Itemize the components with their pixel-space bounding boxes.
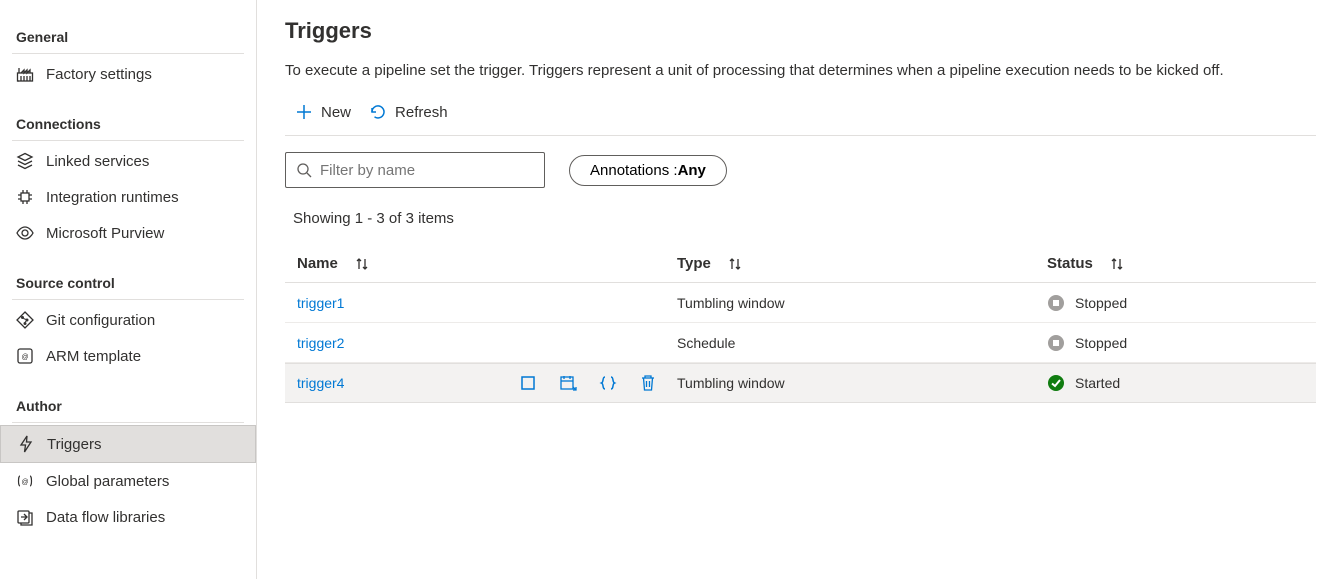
- filter-by-name-box[interactable]: [285, 152, 545, 188]
- stopped-icon: [1047, 294, 1065, 312]
- integration-runtimes-icon: [16, 188, 34, 206]
- sidebar-item-microsoft-purview[interactable]: Microsoft Purview: [12, 215, 244, 251]
- data-flow-libraries-icon: [16, 508, 34, 526]
- trigger-type: Tumbling window: [677, 375, 1047, 391]
- sort-icon: [1109, 256, 1125, 272]
- search-icon: [296, 162, 312, 178]
- global-parameters-icon: @: [16, 472, 34, 490]
- refresh-button[interactable]: Refresh: [369, 103, 448, 121]
- calendar-action-icon[interactable]: [559, 374, 577, 392]
- sort-icon: [727, 256, 743, 272]
- sidebar-section-header: Source control: [12, 269, 244, 300]
- plus-icon: [295, 103, 313, 121]
- trigger-icon: [17, 435, 35, 453]
- purview-icon: [16, 224, 34, 242]
- sidebar-item-label: Git configuration: [46, 312, 155, 329]
- delete-action-icon[interactable]: [639, 374, 657, 392]
- git-icon: [16, 311, 34, 329]
- sidebar-item-integration-runtimes[interactable]: Integration runtimes: [12, 179, 244, 215]
- table-row[interactable]: trigger1 Tumbling window Stopped: [285, 283, 1316, 323]
- sidebar-item-label: Triggers: [47, 436, 101, 453]
- annotations-filter[interactable]: Annotations : Any: [569, 155, 727, 186]
- sidebar-item-label: Microsoft Purview: [46, 225, 164, 242]
- annotations-filter-label: Annotations :: [590, 162, 678, 179]
- sidebar: General Factory settings Connections Lin…: [0, 0, 257, 579]
- new-button-label: New: [321, 104, 351, 121]
- sidebar-item-linked-services[interactable]: Linked services: [12, 143, 244, 179]
- trigger-name-link[interactable]: trigger1: [297, 295, 344, 311]
- sidebar-item-label: Factory settings: [46, 66, 152, 83]
- svg-text:@: @: [21, 354, 28, 361]
- page-title: Triggers: [285, 18, 1316, 44]
- new-button[interactable]: New: [295, 103, 351, 121]
- column-header-status[interactable]: Status: [1047, 255, 1304, 272]
- sidebar-item-label: Linked services: [46, 153, 149, 170]
- sidebar-section-connections: Connections Linked services Integration …: [0, 110, 256, 251]
- stopped-icon: [1047, 334, 1065, 352]
- trigger-type: Schedule: [677, 335, 1047, 351]
- code-action-icon[interactable]: [599, 374, 617, 392]
- filter-by-name-input[interactable]: [320, 162, 534, 179]
- sidebar-item-label: ARM template: [46, 348, 141, 365]
- column-header-name[interactable]: Name: [297, 255, 677, 272]
- annotations-filter-value: Any: [678, 162, 706, 179]
- sidebar-item-factory-settings[interactable]: Factory settings: [12, 56, 244, 92]
- sidebar-item-label: Data flow libraries: [46, 509, 165, 526]
- row-actions: [519, 374, 657, 392]
- filters-row: Annotations : Any: [285, 152, 1316, 188]
- main-panel: Triggers To execute a pipeline set the t…: [257, 0, 1344, 579]
- trigger-status: Started: [1075, 375, 1120, 391]
- sidebar-section-header: Connections: [12, 110, 244, 141]
- triggers-table: Name Type Status trigger1: [285, 245, 1316, 403]
- trigger-name-link[interactable]: trigger4: [297, 375, 344, 391]
- trigger-type: Tumbling window: [677, 295, 1047, 311]
- refresh-icon: [369, 103, 387, 121]
- sidebar-section-author: Author Triggers @ Global parameters Data…: [0, 392, 256, 535]
- column-header-type[interactable]: Type: [677, 255, 1047, 272]
- sidebar-section-header: Author: [12, 392, 244, 423]
- sidebar-section-general: General Factory settings: [0, 23, 256, 92]
- trigger-name-link[interactable]: trigger2: [297, 335, 344, 351]
- sidebar-item-label: Global parameters: [46, 473, 169, 490]
- trigger-status: Stopped: [1075, 295, 1127, 311]
- refresh-button-label: Refresh: [395, 104, 448, 121]
- sidebar-section-source-control: Source control Git configuration @ ARM t…: [0, 269, 256, 374]
- page-description: To execute a pipeline set the trigger. T…: [285, 62, 1316, 79]
- sidebar-item-git-configuration[interactable]: Git configuration: [12, 302, 244, 338]
- arm-template-icon: @: [16, 347, 34, 365]
- table-header-row: Name Type Status: [285, 245, 1316, 283]
- sidebar-section-header: General: [12, 23, 244, 54]
- showing-count: Showing 1 - 3 of 3 items: [285, 210, 1316, 227]
- stop-action-icon[interactable]: [519, 374, 537, 392]
- table-row[interactable]: trigger4 Tumbling window: [285, 363, 1316, 403]
- sidebar-item-data-flow-libraries[interactable]: Data flow libraries: [0, 499, 256, 535]
- sidebar-item-label: Integration runtimes: [46, 189, 179, 206]
- sidebar-item-arm-template[interactable]: @ ARM template: [12, 338, 244, 374]
- trigger-status: Stopped: [1075, 335, 1127, 351]
- svg-text:@: @: [21, 479, 28, 486]
- started-icon: [1047, 374, 1065, 392]
- linked-services-icon: [16, 152, 34, 170]
- table-row[interactable]: trigger2 Schedule Stopped: [285, 323, 1316, 363]
- toolbar: New Refresh: [285, 95, 1316, 136]
- sidebar-item-global-parameters[interactable]: @ Global parameters: [0, 463, 256, 499]
- sidebar-item-triggers[interactable]: Triggers: [0, 425, 256, 463]
- factory-icon: [16, 65, 34, 83]
- sort-icon: [354, 256, 370, 272]
